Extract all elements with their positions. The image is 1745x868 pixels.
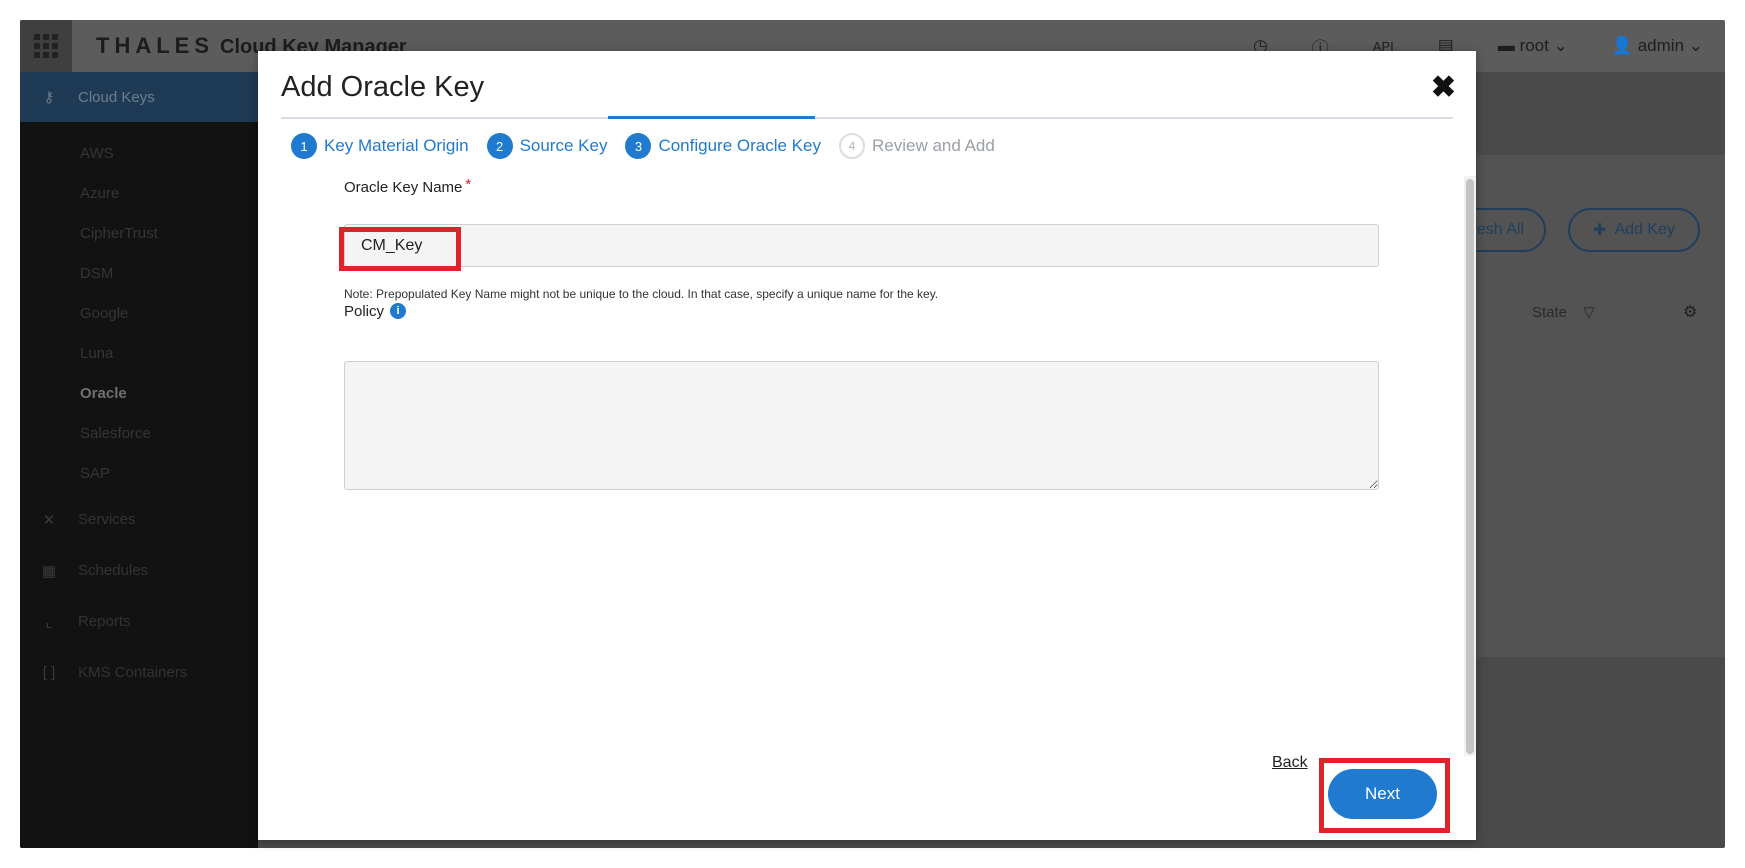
tools-icon: ✕ xyxy=(42,511,56,529)
step-label: Source Key xyxy=(519,136,608,155)
add-oracle-key-modal: Add Oracle Key ✖ 1 Key Material Origin 2… xyxy=(258,51,1476,840)
sidebar-item-sap[interactable]: SAP xyxy=(20,454,258,494)
sidebar-item-azure[interactable]: Azure xyxy=(20,174,258,214)
stepper-track xyxy=(281,117,1453,119)
step-number: 2 xyxy=(486,133,513,159)
info-icon[interactable]: i xyxy=(390,303,407,320)
step-key-material-origin[interactable]: 1 Key Material Origin xyxy=(291,133,469,159)
sidebar-section-label: Schedules xyxy=(78,562,149,579)
sidebar: ⚷ Cloud Keys AWS Azure CipherTrust DSM G… xyxy=(20,72,258,848)
sidebar-item-ciphertrust[interactable]: CipherTrust xyxy=(20,214,258,254)
stepper-active-indicator xyxy=(608,116,815,119)
sidebar-item-salesforce[interactable]: Salesforce xyxy=(20,414,258,454)
brackets-icon: [ ] xyxy=(42,664,56,681)
sidebar-section-reports[interactable]: ⌞ Reports xyxy=(20,596,258,647)
state-column-header[interactable]: State ▽ xyxy=(1532,303,1595,321)
modal-title: Add Oracle Key xyxy=(281,71,485,103)
user-menu[interactable]: 👤 admin ⌄ xyxy=(1612,36,1703,56)
next-button[interactable]: Next xyxy=(1328,769,1437,819)
gear-icon[interactable]: ⚙ xyxy=(1683,302,1697,322)
policy-label: Policy i xyxy=(344,303,407,320)
sidebar-section-label: KMS Containers xyxy=(78,664,188,681)
step-label: Key Material Origin xyxy=(324,136,469,155)
wizard-stepper: 1 Key Material Origin 2 Source Key 3 Con… xyxy=(291,133,1013,159)
step-configure-oracle-key[interactable]: 3 Configure Oracle Key xyxy=(625,133,821,159)
sidebar-section-cloud-keys[interactable]: ⚷ Cloud Keys xyxy=(20,72,258,122)
domain-label: root xyxy=(1519,36,1549,55)
domain-selector[interactable]: ▬ root ⌄ xyxy=(1498,36,1568,56)
sidebar-section-title: Cloud Keys xyxy=(78,88,155,106)
step-label: Configure Oracle Key xyxy=(658,136,821,155)
sidebar-item-luna[interactable]: Luna xyxy=(20,334,258,374)
sidebar-section-label: Reports xyxy=(78,613,131,630)
grid-icon xyxy=(34,34,58,58)
required-marker: * xyxy=(465,176,472,193)
field-label-text: Oracle Key Name xyxy=(344,179,463,196)
app-grid-button[interactable] xyxy=(20,20,72,72)
modal-scrollbar-thumb[interactable] xyxy=(1466,179,1474,754)
sidebar-section-label: Services xyxy=(78,511,136,528)
brand-name: THALES xyxy=(96,33,214,58)
plus-icon: ✚ xyxy=(1593,222,1607,239)
sidebar-item-google[interactable]: Google xyxy=(20,294,258,334)
key-icon: ⚷ xyxy=(43,89,55,106)
field-label-text: Policy xyxy=(344,303,385,320)
policy-textarea[interactable] xyxy=(344,361,1379,490)
calendar-icon: ▦ xyxy=(41,562,57,580)
step-source-key[interactable]: 2 Source Key xyxy=(486,133,608,159)
sidebar-section-schedules[interactable]: ▦ Schedules xyxy=(20,545,258,596)
add-key-label: Add Key xyxy=(1614,221,1675,238)
sidebar-subitems: AWS Azure CipherTrust DSM Google Luna Or… xyxy=(20,122,258,494)
sidebar-item-dsm[interactable]: DSM xyxy=(20,254,258,294)
chart-icon: ⌞ xyxy=(45,613,53,631)
step-number: 3 xyxy=(625,133,652,159)
step-label: Review and Add xyxy=(871,136,995,155)
sidebar-item-aws[interactable]: AWS xyxy=(20,134,258,174)
back-button[interactable]: Back xyxy=(1272,754,1308,772)
step-number: 4 xyxy=(838,133,865,159)
step-number: 1 xyxy=(291,133,317,159)
filter-icon[interactable]: ▽ xyxy=(1583,304,1595,321)
sidebar-section-services[interactable]: ✕ Services xyxy=(20,494,258,545)
oracle-key-name-label: Oracle Key Name * xyxy=(344,176,472,196)
sidebar-section-kms-containers[interactable]: [ ] KMS Containers xyxy=(20,647,258,698)
user-label: admin xyxy=(1637,36,1685,55)
sidebar-item-oracle[interactable]: Oracle xyxy=(20,374,258,414)
close-icon[interactable]: ✖ xyxy=(1431,73,1456,103)
state-label: State xyxy=(1532,304,1568,321)
key-name-note: Note: Prepopulated Key Name might not be… xyxy=(344,287,939,301)
oracle-key-name-input[interactable] xyxy=(344,224,1379,267)
step-review-and-add[interactable]: 4 Review and Add xyxy=(838,133,995,159)
add-key-button[interactable]: ✚ Add Key xyxy=(1568,208,1700,252)
